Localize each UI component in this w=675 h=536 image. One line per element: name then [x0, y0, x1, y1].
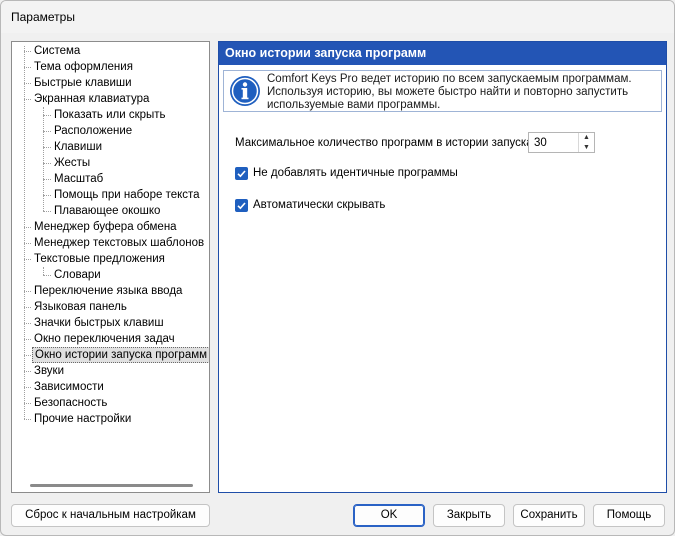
spinner-up-icon[interactable]: ▲ — [579, 133, 594, 142]
tree-item[interactable]: Переключение языка ввода — [32, 283, 184, 299]
info-line: Comfort Keys Pro ведет историю по всем з… — [267, 73, 632, 85]
tree-connector-line — [24, 419, 31, 420]
tree-item[interactable]: Жесты — [52, 155, 92, 171]
tree-connector-line — [43, 179, 51, 180]
info-line: Используя историю, вы можете быстро найт… — [267, 86, 629, 98]
spinner-arrows[interactable]: ▲ ▼ — [578, 133, 594, 152]
tree-item[interactable]: Менеджер буфера обмена — [32, 219, 179, 235]
tree-connector-line — [43, 131, 51, 132]
settings-window: Параметры Система Тема оформления Быстрые … — [0, 0, 675, 536]
max-programs-input[interactable] — [529, 133, 577, 152]
close-button[interactable]: Закрыть — [433, 504, 505, 527]
tree-connector-line — [24, 355, 31, 356]
tree-item[interactable]: Клавиши — [52, 139, 104, 155]
tree-connector-line — [43, 275, 51, 276]
tree-connector-line — [24, 307, 31, 308]
tree-item[interactable]: Расположение — [52, 123, 134, 139]
tree-item[interactable]: Система — [32, 43, 82, 59]
tree-item[interactable]: Текстовые предложения — [32, 251, 167, 267]
tree-connector-line — [24, 403, 31, 404]
tree-item[interactable]: Плавающее окошко — [52, 203, 162, 219]
tree-connector-line — [43, 115, 51, 116]
info-line: используемые вами программы. — [267, 99, 441, 111]
tree-item[interactable]: Языковая панель — [32, 299, 129, 315]
tree-item[interactable]: Прочие настройки — [32, 411, 133, 427]
tree-horizontal-scrollbar[interactable] — [30, 484, 193, 487]
tree-connector-line — [24, 51, 31, 52]
tree-item[interactable]: Окно истории запуска программ — [32, 347, 209, 363]
tree-connector-line — [24, 227, 31, 228]
info-box: Comfort Keys Pro ведет историю по всем з… — [223, 70, 662, 112]
save-button[interactable]: Сохранить — [513, 504, 585, 527]
tree-connector-line — [24, 83, 31, 84]
settings-tree[interactable]: Система Тема оформления Быстрые клавиши Экр… — [11, 41, 210, 493]
tree-connector-line — [24, 323, 31, 324]
title-bar[interactable]: Параметры — [1, 1, 674, 33]
checkbox-checked-icon[interactable] — [235, 167, 248, 180]
tree-item[interactable]: Словари — [52, 267, 103, 283]
tree-connector-line — [24, 46, 25, 419]
no-duplicates-label[interactable]: Не добавлять идентичные программы — [253, 167, 458, 179]
settings-panel: Окно истории запуска программ Comfort Ke… — [218, 41, 667, 493]
tree-item[interactable]: Помощь при наборе текста — [52, 187, 202, 203]
info-text: Comfort Keys Pro ведет историю по всем з… — [267, 73, 657, 112]
window-title: Параметры — [11, 10, 75, 24]
tree-item[interactable]: Быстрые клавиши — [32, 75, 134, 91]
tree-item[interactable]: Окно переключения задач — [32, 331, 177, 347]
tree-item[interactable]: Экранная клавиатура — [32, 91, 151, 107]
reset-button[interactable]: Сброс к начальным настройкам — [11, 504, 210, 527]
tree-connector-line — [43, 195, 51, 196]
tree-connector-line — [43, 147, 51, 148]
tree-connector-line — [43, 107, 44, 211]
checkbox-checked-icon[interactable] — [235, 199, 248, 212]
tree-connector-line — [43, 211, 51, 212]
tree-connector-line — [24, 371, 31, 372]
info-icon — [230, 76, 260, 106]
tree-item[interactable]: Звуки — [32, 363, 66, 379]
tree-item[interactable]: Показать или скрыть — [52, 107, 168, 123]
ok-button[interactable]: OK — [353, 504, 425, 527]
tree-connector-line — [24, 291, 31, 292]
panel-header: Окно истории запуска программ — [219, 42, 666, 65]
tree-item[interactable]: Тема оформления — [32, 59, 135, 75]
auto-hide-label[interactable]: Автоматически скрывать — [253, 199, 385, 211]
tree-item[interactable]: Зависимости — [32, 379, 106, 395]
tree-connector-line — [24, 67, 31, 68]
tree-connector-line — [24, 339, 31, 340]
max-programs-label: Максимальное количество программ в истор… — [235, 137, 536, 149]
tree-item[interactable]: Масштаб — [52, 171, 105, 187]
tree-connector-line — [24, 243, 31, 244]
tree-connector-line — [43, 163, 51, 164]
tree-connector-line — [24, 99, 31, 100]
tree-item[interactable]: Менеджер текстовых шаблонов — [32, 235, 206, 251]
max-programs-spinner[interactable]: ▲ ▼ — [528, 132, 595, 153]
tree-connector-line — [24, 387, 31, 388]
spinner-down-icon[interactable]: ▼ — [579, 143, 594, 152]
tree-item[interactable]: Значки быстрых клавиш — [32, 315, 166, 331]
tree-item[interactable]: Безопасность — [32, 395, 109, 411]
tree-connector-line — [43, 267, 44, 275]
help-button[interactable]: Помощь — [593, 504, 665, 527]
tree-connector-line — [24, 259, 31, 260]
